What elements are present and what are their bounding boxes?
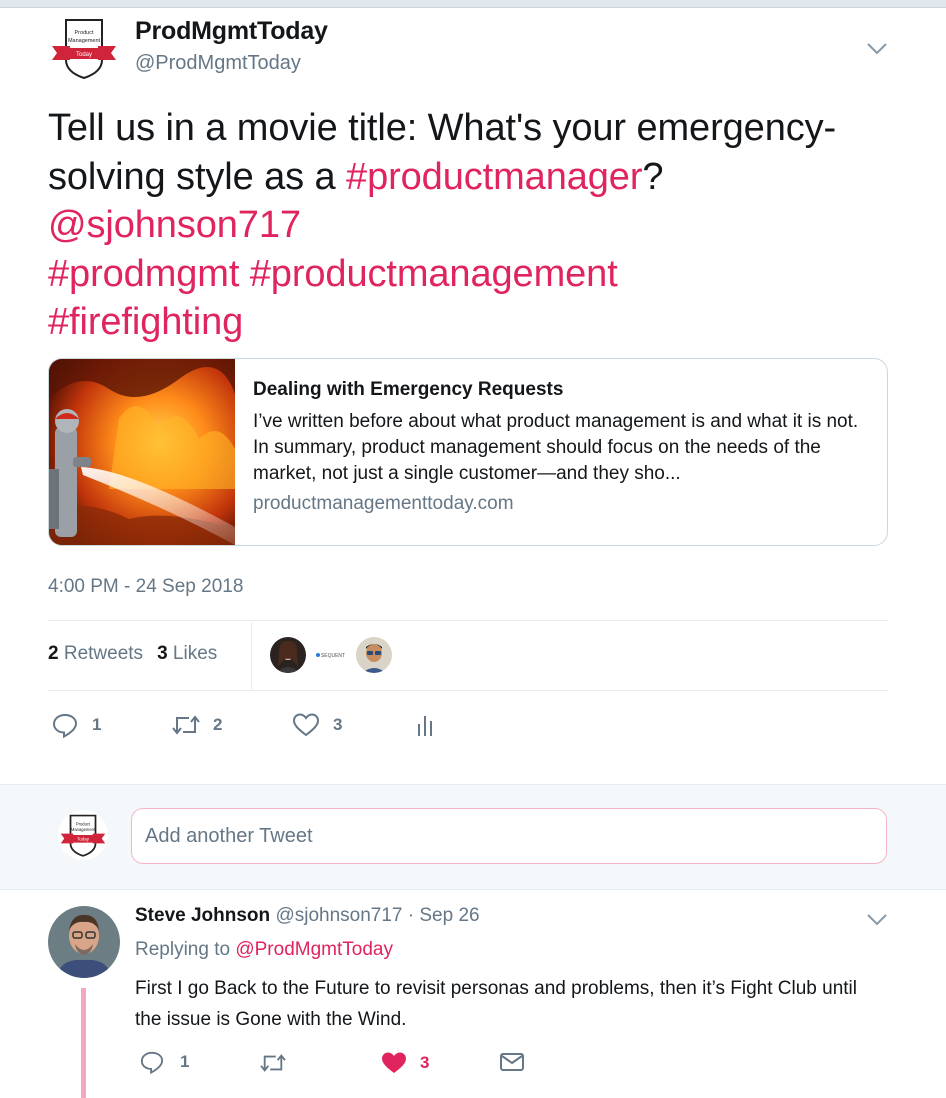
- like-button[interactable]: 3: [292, 712, 342, 738]
- replying-to-link[interactable]: @ProdMgmtToday: [235, 939, 393, 960]
- composer-avatar: Product Management Today: [58, 810, 108, 860]
- top-border: [0, 0, 946, 8]
- direct-message-button[interactable]: [499, 1051, 525, 1073]
- retweet-icon: [260, 1054, 286, 1072]
- reply-author-handle[interactable]: @sjohnson717: [275, 905, 402, 926]
- tweet-text: Tell us in a movie title: What's your em…: [48, 104, 908, 347]
- retweets-label: Retweets: [63, 643, 144, 664]
- likes-count: 3: [157, 643, 168, 664]
- retweet-button[interactable]: 2: [171, 712, 222, 738]
- like-count: 3: [420, 1053, 430, 1072]
- card-domain: productmanagementtoday.com: [253, 493, 514, 514]
- reply-count: 1: [92, 715, 102, 734]
- author-avatar[interactable]: Product Management Today: [48, 12, 120, 84]
- stats-divider: [251, 622, 252, 690]
- thread-line: [81, 988, 86, 1098]
- tweet-timestamp[interactable]: 4:00 PM - 24 Sep 2018: [48, 576, 243, 598]
- reply-text: First I go Back to the Future to revisit…: [135, 978, 857, 1030]
- retweet-icon: [172, 715, 200, 735]
- reply-button[interactable]: 1: [140, 1050, 189, 1074]
- svg-text:Management: Management: [68, 38, 101, 44]
- envelope-icon: [500, 1053, 524, 1071]
- link-card[interactable]: Dealing with Emergency Requests I’ve wri…: [48, 358, 888, 546]
- tweet-text-part: ?: [642, 155, 664, 198]
- svg-text:SEQUENT: SEQUENT: [321, 653, 345, 659]
- hashtag-productmanager-link[interactable]: #productmanager: [346, 156, 642, 198]
- heart-filled-icon: [382, 1052, 406, 1073]
- reply-icon: [140, 1051, 164, 1074]
- hashtag-prodmgmt-link[interactable]: #prodmgmt: [48, 253, 239, 295]
- liker-avatar[interactable]: [270, 637, 306, 673]
- replying-to-label: Replying to: [135, 939, 231, 960]
- author-name[interactable]: ProdMgmtToday: [135, 17, 328, 46]
- card-title: Dealing with Emergency Requests: [253, 379, 564, 400]
- chevron-down-icon[interactable]: [866, 913, 888, 927]
- liker-avatar-sequent[interactable]: SEQUENT: [313, 637, 349, 673]
- reply-count: 1: [180, 1052, 190, 1071]
- divider: [48, 620, 888, 621]
- analytics-icon: [418, 716, 432, 736]
- retweet-count: 2: [213, 715, 223, 734]
- author-handle[interactable]: @ProdMgmtToday: [135, 52, 301, 75]
- replying-to: Replying to @ProdMgmtToday: [135, 939, 393, 961]
- liker-avatar[interactable]: [356, 637, 392, 673]
- reply-author-name[interactable]: Steve Johnson: [135, 905, 270, 926]
- reply-author-avatar[interactable]: [48, 906, 120, 978]
- svg-text:Product: Product: [75, 30, 94, 36]
- card-description: I’ve written before about what product m…: [253, 411, 859, 484]
- retweets-stat[interactable]: 2 Retweets: [48, 643, 143, 664]
- reply-time[interactable]: · Sep 26: [408, 905, 480, 926]
- retweet-button[interactable]: [259, 1051, 287, 1075]
- heart-icon: [292, 713, 320, 737]
- hashtag-productmanagement-link[interactable]: #productmanagement: [250, 253, 618, 295]
- card-image-firefighter: [49, 359, 235, 545]
- composer-placeholder: Add another Tweet: [145, 825, 313, 847]
- reply-button[interactable]: 1: [52, 712, 101, 738]
- likes-stat[interactable]: 3 Likes: [157, 643, 217, 664]
- chevron-down-icon[interactable]: [866, 42, 888, 56]
- svg-text:Management: Management: [71, 827, 96, 832]
- svg-text:Today: Today: [76, 52, 92, 58]
- divider: [48, 690, 888, 691]
- svg-text:Today: Today: [77, 837, 90, 842]
- svg-text:Product: Product: [76, 821, 91, 826]
- engagement-stats: 2 Retweets 3 Likes: [48, 643, 217, 665]
- add-another-tweet-input[interactable]: Add another Tweet: [131, 808, 887, 864]
- retweets-count: 2: [48, 643, 59, 664]
- like-count: 3: [333, 715, 343, 734]
- reply-header: Steve Johnson @sjohnson717 · Sep 26: [135, 905, 480, 927]
- liked-button[interactable]: 3: [380, 1050, 429, 1076]
- mention-sjohnson717-link[interactable]: @sjohnson717: [48, 204, 301, 246]
- analytics-button[interactable]: [416, 714, 434, 738]
- reply-icon: [52, 713, 78, 738]
- likes-label: Likes: [172, 643, 218, 664]
- hashtag-firefighting-link[interactable]: #firefighting: [48, 301, 243, 343]
